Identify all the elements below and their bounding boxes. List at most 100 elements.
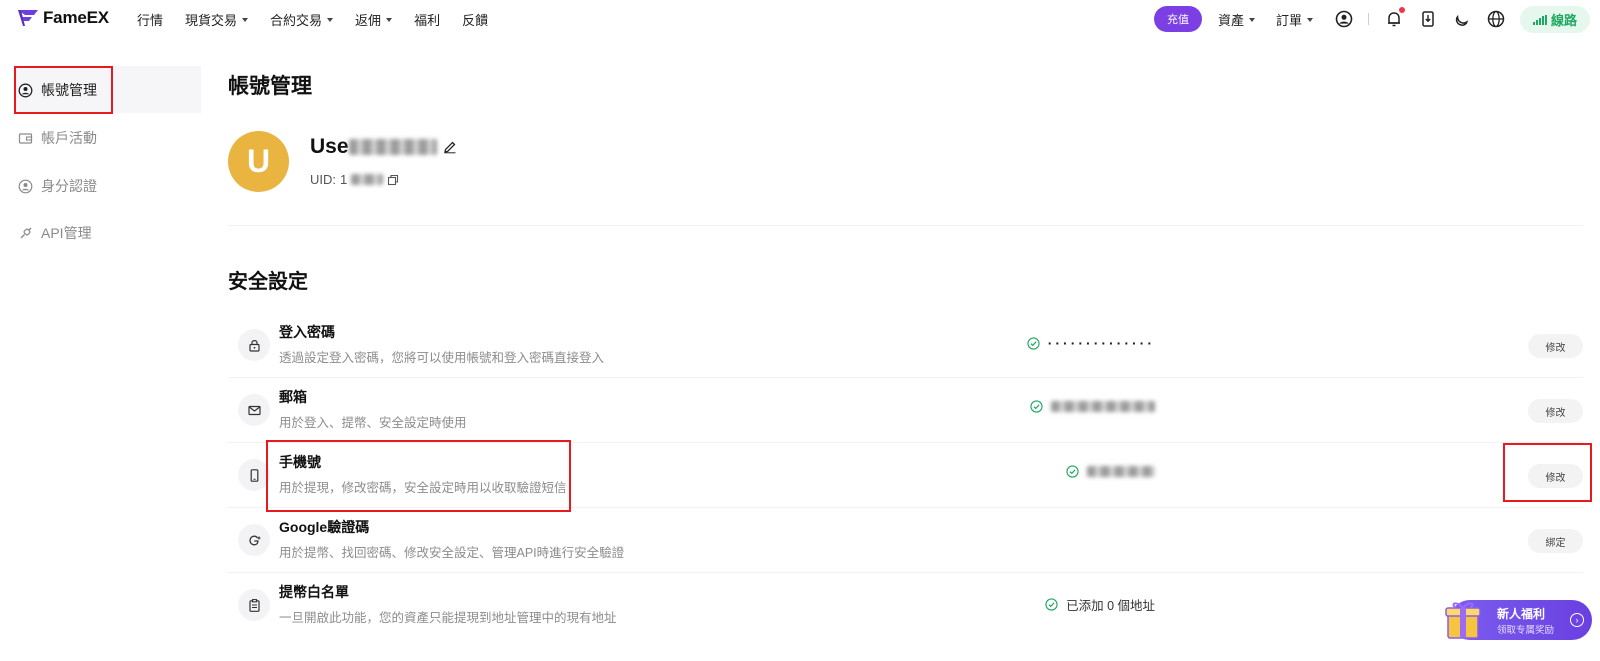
caret-down-icon xyxy=(1249,17,1256,22)
clipboard-icon xyxy=(238,589,270,621)
new-user-promo-banner[interactable]: 新人福利 领取专属奖励 › xyxy=(1445,600,1592,640)
language-globe-icon[interactable] xyxy=(1486,9,1506,29)
id-user-icon xyxy=(18,179,33,193)
email-masked xyxy=(1051,401,1155,412)
gift-box-icon xyxy=(1445,602,1481,639)
nav-divider xyxy=(1368,13,1369,25)
fameex-logo-icon xyxy=(18,10,38,26)
security-row-google-auth: Google驗證碼 用於提幣、找回密碼、修改安全設定、管理API時進行安全驗證 … xyxy=(228,508,1583,573)
highlight-box-modify-button xyxy=(1503,443,1592,502)
caret-down-icon xyxy=(386,17,393,22)
username-row: Use xyxy=(310,135,457,159)
bell-icon[interactable] xyxy=(1384,7,1405,29)
security-row-login-password: 登入密碼 透過設定登入密碼，您將可以使用帳號和登入密碼直接登入 ········… xyxy=(228,313,1583,378)
row-description: 用於登入、提幣、安全設定時使用 xyxy=(279,416,467,430)
brand-name: FameEX xyxy=(43,8,109,27)
username-masked xyxy=(348,139,437,156)
modify-email-button[interactable]: 修改 xyxy=(1528,399,1583,423)
sidebar-item-identity[interactable]: 身分認證 xyxy=(18,176,97,196)
whitelist-status-text: 已添加 0 個地址 xyxy=(1066,599,1155,613)
modify-password-button[interactable]: 修改 xyxy=(1528,334,1583,358)
caret-down-icon xyxy=(327,17,334,22)
avatar: U xyxy=(228,131,289,192)
nav-label: 現貨交易 xyxy=(185,12,238,28)
notification-dot xyxy=(1399,7,1405,13)
mail-icon xyxy=(238,394,270,426)
chevron-right-icon: › xyxy=(1570,613,1584,627)
check-circle-icon xyxy=(1066,465,1079,478)
highlight-box-sidebar xyxy=(14,66,113,114)
signal-bars-icon xyxy=(1532,14,1547,25)
sidebar-item-label: 身分認證 xyxy=(41,178,97,194)
nav-rebate[interactable]: 返佣 xyxy=(355,10,393,29)
dark-mode-moon-icon[interactable] xyxy=(1452,9,1472,29)
orders-menu[interactable]: 訂單 xyxy=(1276,0,1314,38)
nav-label: 福利 xyxy=(414,12,441,28)
sidebar-item-api[interactable]: API管理 xyxy=(18,223,92,243)
row-description: 用於提幣、找回密碼、修改安全設定、管理API時進行安全驗證 xyxy=(279,546,625,560)
promo-title: 新人福利 xyxy=(1497,607,1546,621)
row-title: Google驗證碼 xyxy=(279,519,370,535)
uid-value: 1 xyxy=(340,172,348,187)
main-nav: 行情 現貨交易 合約交易 返佣 福利 反饋 xyxy=(137,0,488,38)
nav-spot[interactable]: 現貨交易 xyxy=(185,10,249,29)
check-circle-icon xyxy=(1045,598,1058,611)
row-status: 已添加 0 個地址 xyxy=(1045,595,1155,614)
check-circle-icon xyxy=(1030,400,1043,413)
username-text: Use xyxy=(310,135,349,158)
check-circle-icon xyxy=(1027,336,1040,350)
lock-icon xyxy=(238,329,270,361)
orders-label: 訂單 xyxy=(1276,12,1303,28)
api-link-icon xyxy=(20,227,32,238)
uid-masked xyxy=(351,174,384,185)
user-profile-icon[interactable] xyxy=(1334,9,1354,29)
security-row-withdraw-whitelist: 提幣白名單 一旦開啟此功能，您的資產只能提現到地址管理中的現有地址 已添加 0 … xyxy=(228,573,1583,637)
sidebar-item-account-activity[interactable]: 帳戶活動 xyxy=(18,128,97,148)
caret-down-icon xyxy=(1307,17,1314,22)
bind-google-button[interactable]: 綁定 xyxy=(1528,529,1583,553)
edit-pencil-icon[interactable] xyxy=(443,140,457,154)
page-title: 帳號管理 xyxy=(228,75,312,98)
row-description: 一旦開啟此功能，您的資產只能提現到地址管理中的現有地址 xyxy=(279,611,617,625)
phone-masked xyxy=(1087,466,1155,477)
nav-label: 行情 xyxy=(137,12,164,28)
section-divider xyxy=(228,225,1583,226)
nav-market[interactable]: 行情 xyxy=(137,10,163,29)
row-title: 提幣白名單 xyxy=(279,584,349,600)
sidebar-item-label: 帳戶活動 xyxy=(41,130,97,146)
assets-label: 資產 xyxy=(1218,12,1245,28)
copy-icon[interactable] xyxy=(387,174,399,186)
security-section-title: 安全設定 xyxy=(228,271,308,293)
caret-down-icon xyxy=(242,17,249,22)
nav-label: 返佣 xyxy=(355,12,382,28)
uid-label: UID: xyxy=(310,172,336,187)
assets-menu[interactable]: 資產 xyxy=(1218,0,1256,38)
row-title: 登入密碼 xyxy=(279,324,335,340)
uid-row: UID: 1 xyxy=(310,172,399,187)
nav-label: 反饋 xyxy=(462,12,489,28)
row-status xyxy=(1066,465,1155,478)
wallet-icon xyxy=(18,132,33,144)
row-title: 郵箱 xyxy=(279,389,307,405)
sidebar-item-label: API管理 xyxy=(41,225,92,241)
brand-logo[interactable]: FameEX xyxy=(17,8,109,28)
nav-label: 合約交易 xyxy=(270,12,323,28)
password-masked-dots: ·············· xyxy=(1047,335,1155,351)
nav-futures[interactable]: 合約交易 xyxy=(270,10,334,29)
top-navbar: FameEX 行情 現貨交易 合約交易 返佣 福利 反饋 充值 資產 訂單 線路 xyxy=(0,0,1600,38)
nav-welfare[interactable]: 福利 xyxy=(414,10,440,29)
deposit-button[interactable]: 充值 xyxy=(1154,6,1202,32)
username: Use xyxy=(310,135,437,159)
row-status: ·············· xyxy=(1027,335,1155,351)
google-icon xyxy=(238,524,270,556)
highlight-box-phone-row xyxy=(266,440,571,512)
promo-subtitle: 领取专属奖励 xyxy=(1497,625,1555,636)
download-app-icon[interactable] xyxy=(1418,9,1438,29)
row-status xyxy=(1030,400,1155,413)
line-label: 線路 xyxy=(1550,13,1577,28)
nav-feedback[interactable]: 反饋 xyxy=(462,10,488,29)
avatar-letter: U xyxy=(246,143,271,179)
security-row-email: 郵箱 用於登入、提幣、安全設定時使用 修改 xyxy=(228,378,1583,443)
row-description: 透過設定登入密碼，您將可以使用帳號和登入密碼直接登入 xyxy=(279,351,605,365)
network-line-button[interactable]: 線路 xyxy=(1520,6,1590,33)
